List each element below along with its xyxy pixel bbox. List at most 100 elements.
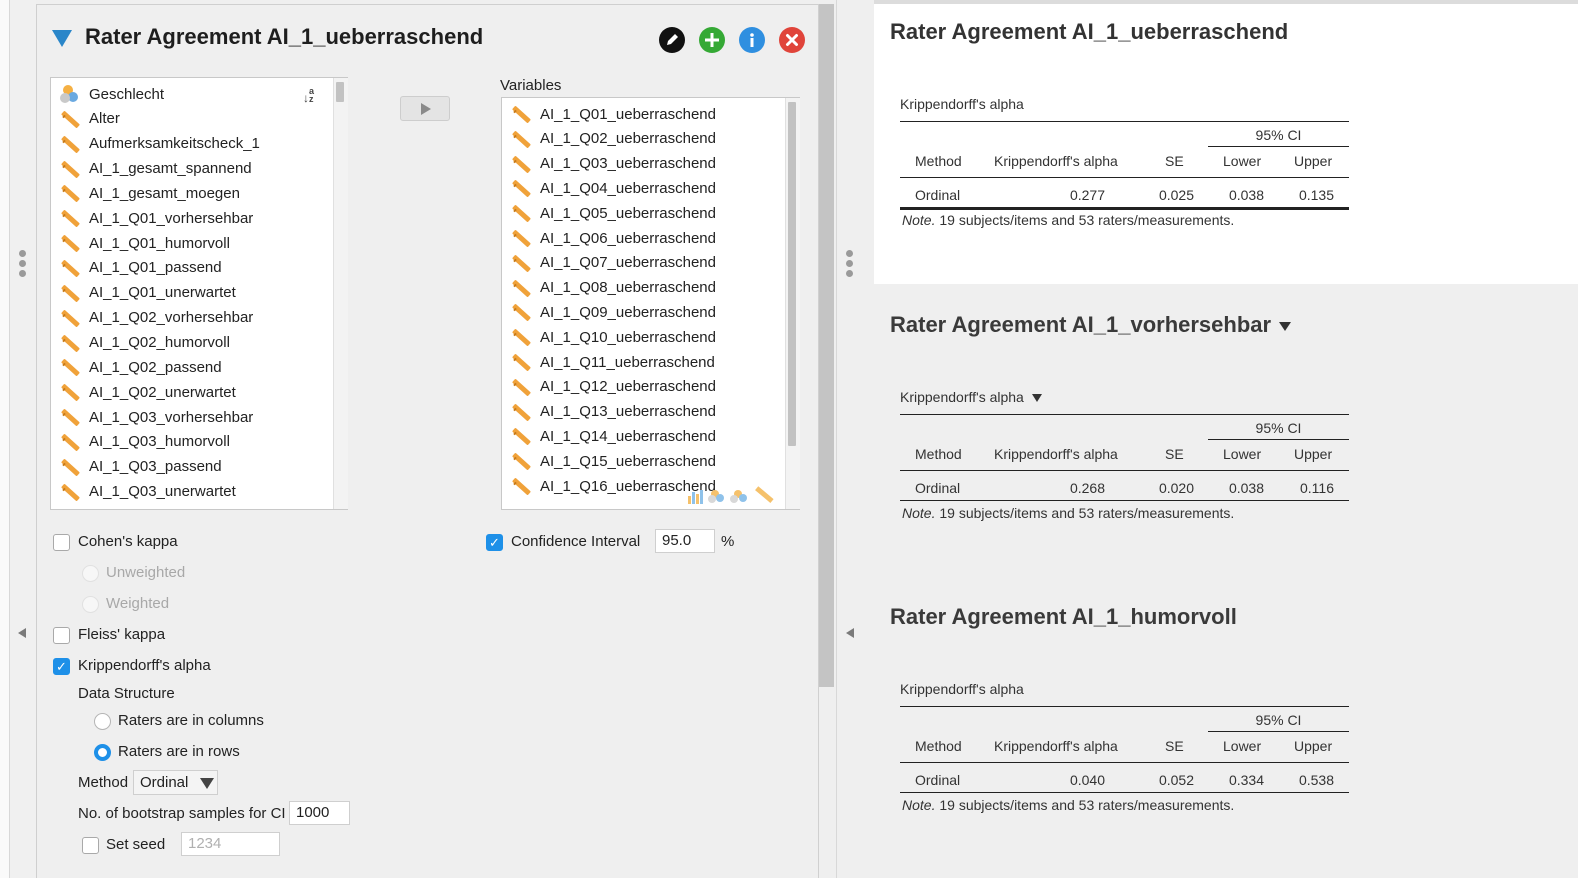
- info-icon[interactable]: [739, 27, 765, 53]
- column-header: Krippendorff's alpha: [994, 738, 1118, 754]
- list-item[interactable]: AI_1_Q02_passend: [59, 355, 222, 379]
- list-item[interactable]: AI_1_Q02_humorvoll: [59, 331, 230, 355]
- variables-list[interactable]: AI_1_Q01_ueberraschend AI_1_Q02_ueberrasc…: [501, 97, 800, 510]
- set-seed-checkbox[interactable]: [82, 837, 99, 854]
- list-item[interactable]: AI_1_Q13_ueberraschend: [510, 400, 716, 424]
- collapse-analysis-icon[interactable]: [52, 30, 72, 47]
- list-item[interactable]: AI_1_Q10_ueberraschend: [510, 325, 716, 349]
- list-item[interactable]: AI_1_Q08_ueberraschend: [510, 276, 716, 300]
- confidence-interval-input[interactable]: 95.0: [655, 529, 715, 553]
- variables-list-scrollbar[interactable]: [785, 98, 800, 509]
- sort-icon[interactable]: ↓a z: [303, 87, 314, 105]
- list-item[interactable]: AI_1_Q03_vorhersehbar: [59, 405, 253, 429]
- raters-in-columns-radio[interactable]: [94, 713, 111, 730]
- list-item[interactable]: AI_1_Q01_ueberraschend: [510, 102, 716, 126]
- table-note: Note. 19 subjects/items and 53 raters/me…: [902, 212, 1234, 228]
- add-icon[interactable]: [699, 27, 725, 53]
- table-cell: 0.025: [1158, 187, 1194, 203]
- scale-variable-icon: [59, 482, 79, 502]
- column-header: Method: [915, 446, 962, 462]
- ci-header: 95% CI: [1255, 712, 1302, 728]
- fleiss-kappa-checkbox[interactable]: [53, 627, 70, 644]
- list-item[interactable]: AI_1_Q11_ueberraschend: [510, 350, 715, 374]
- move-to-variables-button[interactable]: [400, 96, 450, 121]
- table-subtitle: Krippendorff's alpha: [900, 96, 1024, 112]
- list-item[interactable]: AI_1_Q01_unerwartet: [59, 281, 236, 305]
- edit-icon[interactable]: [659, 27, 685, 53]
- confidence-interval-checkbox[interactable]: ✓: [486, 534, 503, 551]
- list-item[interactable]: AI_1_Q05_ueberraschend: [510, 201, 716, 225]
- fleiss-kappa-label: Fleiss' kappa: [78, 626, 166, 643]
- list-item[interactable]: AI_1_Q02_unerwartet: [59, 380, 236, 404]
- panel-splitter[interactable]: [836, 0, 874, 878]
- list-item[interactable]: AI_1_Q02_ueberraschend: [510, 127, 716, 151]
- method-select-value: Ordinal: [140, 774, 189, 791]
- unweighted-label: Unweighted: [106, 564, 186, 581]
- list-item[interactable]: AI_1_Q12_ueberraschend: [510, 375, 716, 399]
- list-item[interactable]: Alter: [59, 107, 120, 131]
- method-select[interactable]: Ordinal: [133, 770, 218, 795]
- list-item[interactable]: AI_1_Q04_ueberraschend: [510, 176, 716, 200]
- drag-handle-icon[interactable]: [19, 250, 27, 280]
- options-scrollbar-thumb[interactable]: [819, 4, 834, 687]
- list-item[interactable]: AI_1_Q01_humorvoll: [59, 231, 230, 255]
- table-subtitle-text: Krippendorff's alpha: [900, 389, 1024, 405]
- ci-header: 95% CI: [1255, 127, 1302, 143]
- list-item[interactable]: AI_1_Q06_ueberraschend: [510, 226, 716, 250]
- table-cell: 0.334: [1228, 772, 1264, 788]
- list-item[interactable]: AI_1_Q03_humorvoll: [59, 430, 230, 454]
- raters-in-rows-radio[interactable]: [94, 744, 111, 761]
- list-item[interactable]: AI_1_Q02_vorhersehbar: [59, 306, 253, 330]
- splitter-handle-icon[interactable]: [846, 250, 854, 280]
- list-item[interactable]: AI_1_Q03_passend: [59, 455, 222, 479]
- list-item-label: AI_1_Q02_ueberraschend: [540, 130, 716, 148]
- list-item[interactable]: Aufmerksamkeitscheck_1: [59, 132, 260, 156]
- scale-variable-icon: [59, 382, 79, 402]
- header-rule: [900, 762, 1349, 763]
- table-menu-icon[interactable]: [1031, 394, 1042, 403]
- weighted-label: Weighted: [106, 595, 170, 612]
- list-item-label: AI_1_Q03_unerwartet: [89, 483, 236, 501]
- available-list-scrollbar[interactable]: [333, 78, 348, 509]
- results-menu-icon[interactable]: [1279, 321, 1292, 331]
- krippendorff-checkbox[interactable]: ✓: [53, 658, 70, 675]
- scale-variable-icon: [59, 457, 79, 477]
- column-header: Upper: [1294, 446, 1333, 462]
- weighted-radio[interactable]: [82, 596, 99, 613]
- list-item[interactable]: AI_1_Q09_ueberraschend: [510, 300, 716, 324]
- bootstrap-input[interactable]: 1000: [289, 801, 350, 825]
- list-item[interactable]: AI_1_gesamt_spannend: [59, 157, 252, 181]
- available-list-scroll-thumb[interactable]: [336, 82, 344, 102]
- list-item[interactable]: AI_1_Q07_ueberraschend: [510, 251, 716, 275]
- results-title: Rater Agreement AI_1_ueberraschend: [890, 19, 1288, 45]
- list-item[interactable]: AI_1_Q01_vorhersehbar: [59, 206, 253, 230]
- list-item-label: AI_1_Q01_passend: [89, 259, 222, 277]
- available-variables-list[interactable]: Geschlecht Alter Aufmerksamkeitscheck_1 AI_…: [50, 77, 348, 510]
- list-item[interactable]: AI_1_Q03_unerwartet: [59, 480, 236, 504]
- list-item[interactable]: AI_1_Q15_ueberraschend: [510, 449, 716, 473]
- column-header: Lower: [1223, 153, 1262, 169]
- ci-header-rule: [1208, 439, 1349, 440]
- collapse-results-icon[interactable]: [846, 628, 854, 638]
- scale-variable-icon: [59, 109, 79, 129]
- seed-input[interactable]: 1234: [181, 832, 280, 856]
- list-item[interactable]: AI_1_Q16_ueberraschend: [510, 474, 716, 498]
- table-cell: 0.038: [1228, 187, 1264, 203]
- list-item-label: AI_1_Q15_ueberraschend: [540, 452, 716, 470]
- table-cell: Ordinal: [915, 187, 961, 203]
- list-item-label: Alter: [89, 110, 120, 128]
- list-item[interactable]: AI_1_gesamt_moegen: [59, 181, 240, 205]
- list-item-label: AI_1_gesamt_moegen: [89, 184, 240, 202]
- table-subtitle-text: Krippendorff's alpha: [900, 681, 1024, 697]
- list-item[interactable]: AI_1_Q01_passend: [59, 256, 222, 280]
- variables-list-scroll-thumb[interactable]: [788, 102, 796, 446]
- list-item[interactable]: AI_1_Q14_ueberraschend: [510, 424, 716, 448]
- ci-header-rule: [1208, 731, 1349, 732]
- close-icon[interactable]: [779, 27, 805, 53]
- unweighted-radio[interactable]: [82, 565, 99, 582]
- cohens-kappa-checkbox[interactable]: [53, 534, 70, 551]
- list-item[interactable]: Geschlecht: [59, 82, 164, 106]
- list-item-label: AI_1_Q02_humorvoll: [89, 334, 230, 351]
- collapse-left-icon[interactable]: [18, 628, 26, 638]
- list-item[interactable]: AI_1_Q03_ueberraschend: [510, 152, 716, 176]
